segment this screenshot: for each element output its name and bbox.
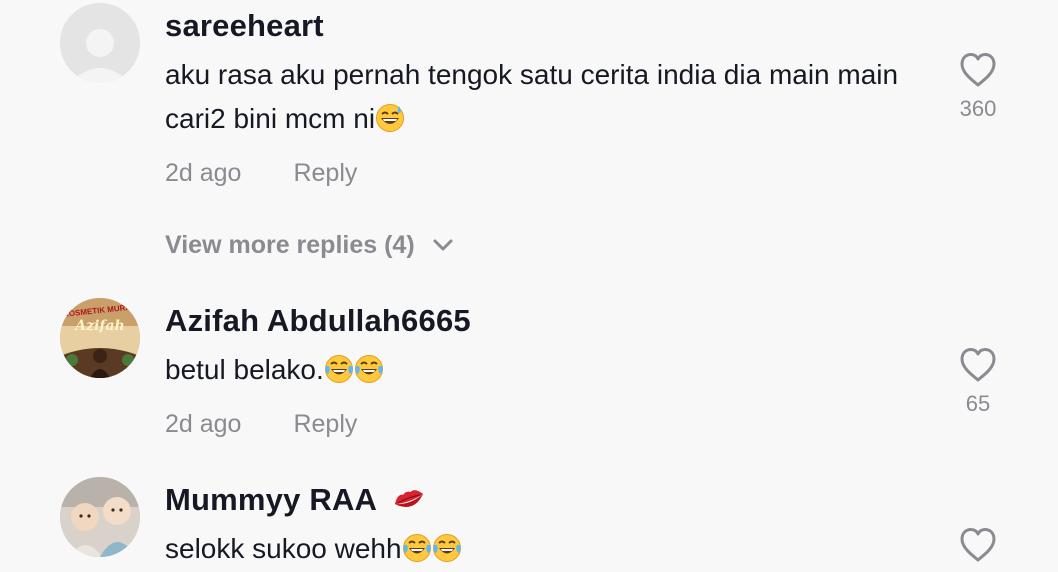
- avatar-image: [60, 477, 140, 557]
- heart-outline-icon[interactable]: [959, 347, 997, 383]
- reply-button[interactable]: Reply: [293, 410, 357, 438]
- comment-text: selokk sukoo wehh: [165, 527, 935, 571]
- kiss-mark-emoji: [394, 490, 423, 507]
- chevron-down-icon[interactable]: [432, 238, 454, 252]
- tears-of-joy-emoji: [324, 355, 353, 383]
- view-more-replies-button[interactable]: View more replies (4): [165, 231, 454, 260]
- heart-outline-icon[interactable]: [959, 52, 997, 88]
- like-button[interactable]: [940, 527, 1016, 563]
- tears-of-joy-emoji: [432, 534, 461, 562]
- view-more-replies-label[interactable]: View more replies (4): [165, 231, 415, 259]
- comment-text-content: betul belako.: [165, 354, 324, 385]
- comment-timestamp: 2d ago: [165, 410, 242, 438]
- tears-of-joy-emoji: [354, 355, 383, 383]
- like-count: 360: [959, 96, 997, 121]
- comment-username[interactable]: Azifah Abdullah6665: [165, 303, 471, 339]
- comment-username-text[interactable]: Mummyy RAA: [165, 482, 376, 517]
- default-user-icon: [60, 3, 140, 83]
- grinning-sweat-emoji: [376, 104, 405, 132]
- avatar-logo-name: Azifah: [75, 318, 125, 334]
- comment-username[interactable]: sareeheart: [165, 8, 324, 44]
- like-count: 65: [965, 391, 991, 416]
- comment-username[interactable]: Mummyy RAA: [165, 482, 427, 518]
- avatar[interactable]: [60, 477, 140, 557]
- comment-text-content: selokk sukoo wehh: [165, 533, 402, 564]
- comment-text-content: aku rasa aku pernah tengok satu cerita i…: [165, 59, 899, 134]
- heart-outline-icon[interactable]: [959, 527, 997, 563]
- avatar[interactable]: KOSMETIK MURAH Azifah: [60, 298, 140, 378]
- comment-text: betul belako.: [165, 348, 935, 392]
- comment-meta: 2d ago Reply: [165, 410, 357, 439]
- comment-text: aku rasa aku pernah tengok satu cerita i…: [165, 53, 935, 141]
- comment-timestamp: 2d ago: [165, 159, 242, 187]
- like-button[interactable]: 65: [940, 347, 1016, 417]
- reply-button[interactable]: Reply: [293, 159, 357, 187]
- like-button[interactable]: 360: [940, 52, 1016, 122]
- avatar-default[interactable]: [60, 3, 140, 83]
- tears-of-joy-emoji: [402, 534, 431, 562]
- comment-meta: 2d ago Reply: [165, 159, 357, 188]
